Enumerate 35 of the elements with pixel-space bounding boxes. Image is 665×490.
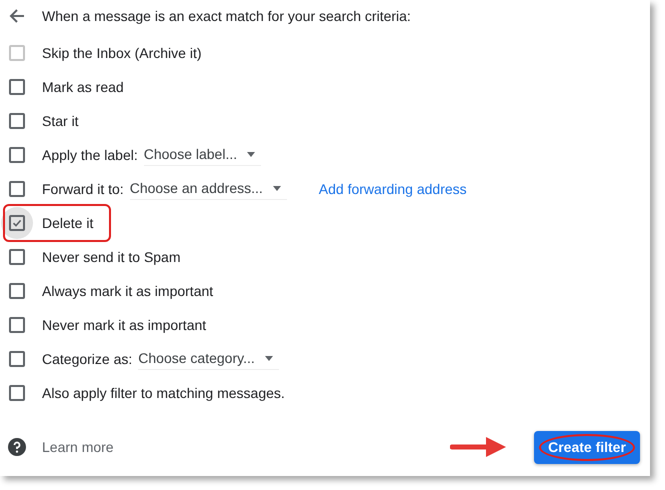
caret-icon [272, 186, 281, 190]
option-label: Delete it [42, 215, 94, 231]
dropdown[interactable]: Choose category... [138, 348, 279, 370]
help-icon[interactable] [8, 438, 26, 456]
check-icon [12, 218, 22, 228]
checkbox[interactable] [9, 147, 25, 163]
checkbox[interactable] [9, 283, 25, 299]
option-label: Also apply filter to matching messages. [42, 385, 285, 401]
checkbox[interactable] [9, 249, 25, 265]
caret-icon [247, 152, 256, 156]
option-label: Star it [42, 113, 79, 129]
checkbox[interactable] [9, 385, 25, 401]
create-filter-button[interactable]: Create filter [534, 430, 640, 464]
caret-icon [264, 356, 273, 360]
option-label: Always mark it as important [42, 283, 214, 299]
back-arrow-icon[interactable] [9, 8, 25, 24]
annotation-arrow [450, 436, 506, 458]
option-label: Never send it to Spam [42, 249, 181, 265]
dropdown[interactable]: Choose an address... [130, 178, 287, 200]
learn-more-link[interactable]: Learn more [42, 439, 114, 455]
checkbox[interactable] [9, 181, 25, 197]
checkbox[interactable] [9, 113, 25, 129]
forwarding-link[interactable]: Add forwarding address [318, 181, 467, 197]
checkbox[interactable] [9, 317, 25, 333]
checkbox[interactable] [9, 79, 25, 95]
option-label: Categorize as: [42, 351, 132, 367]
checkbox[interactable] [9, 351, 25, 367]
option-label: Forward it to: [42, 181, 124, 197]
option-label: Apply the label: [42, 147, 138, 163]
option-label: Mark as read [42, 79, 124, 95]
option-label: Never mark it as important [42, 317, 206, 333]
dropdown[interactable]: Choose label... [144, 144, 262, 166]
checkbox[interactable] [9, 215, 25, 231]
option-label: Skip the Inbox (Archive it) [42, 45, 202, 61]
dialog-title: When a message is an exact match for your search criteria: [42, 8, 411, 24]
